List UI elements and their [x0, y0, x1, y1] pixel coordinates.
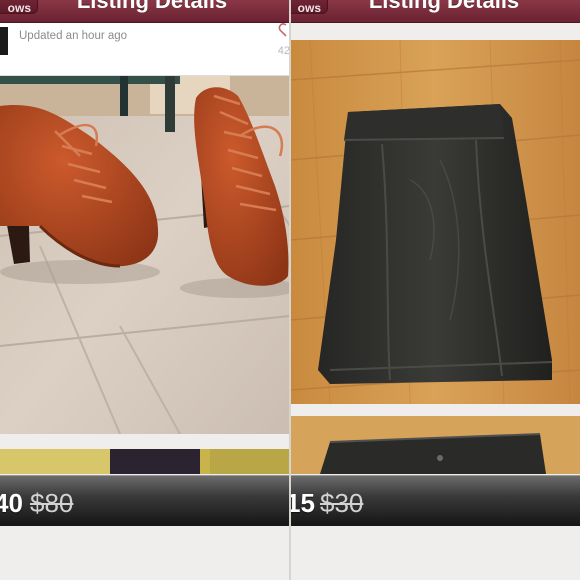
listing-panel-boots: ows Listing Details Updated an hour ago … — [0, 0, 290, 580]
listing-panel-skirt: ows Listing Details 15 $30 — [290, 0, 580, 580]
listing-meta: Updated an hour ago 42 — [0, 23, 290, 76]
price-bar: 40 $80 — [0, 475, 290, 526]
blank-area — [0, 526, 290, 580]
navigation-bar: ows Listing Details — [0, 0, 290, 23]
original-price: $30 — [320, 488, 364, 518]
nav-title: Listing Details — [368, 0, 520, 13]
panel-divider — [289, 0, 291, 580]
updated-timestamp: Updated an hour ago — [19, 30, 128, 42]
avatar[interactable] — [0, 27, 8, 55]
blank-area — [290, 526, 580, 580]
nav-title: Listing Details — [76, 0, 228, 13]
listing-photo[interactable] — [290, 40, 580, 404]
navigation-bar: ows Listing Details — [290, 0, 580, 23]
sale-price: 15 — [290, 488, 315, 518]
listing-photo[interactable] — [0, 76, 290, 434]
heart-icon[interactable] — [272, 23, 288, 41]
next-photo-peek[interactable] — [290, 416, 580, 474]
next-photo-peek[interactable] — [0, 449, 290, 474]
sale-price: 40 — [0, 488, 23, 518]
price-bar: 15 $30 — [290, 475, 580, 526]
original-price: $80 — [30, 488, 74, 518]
